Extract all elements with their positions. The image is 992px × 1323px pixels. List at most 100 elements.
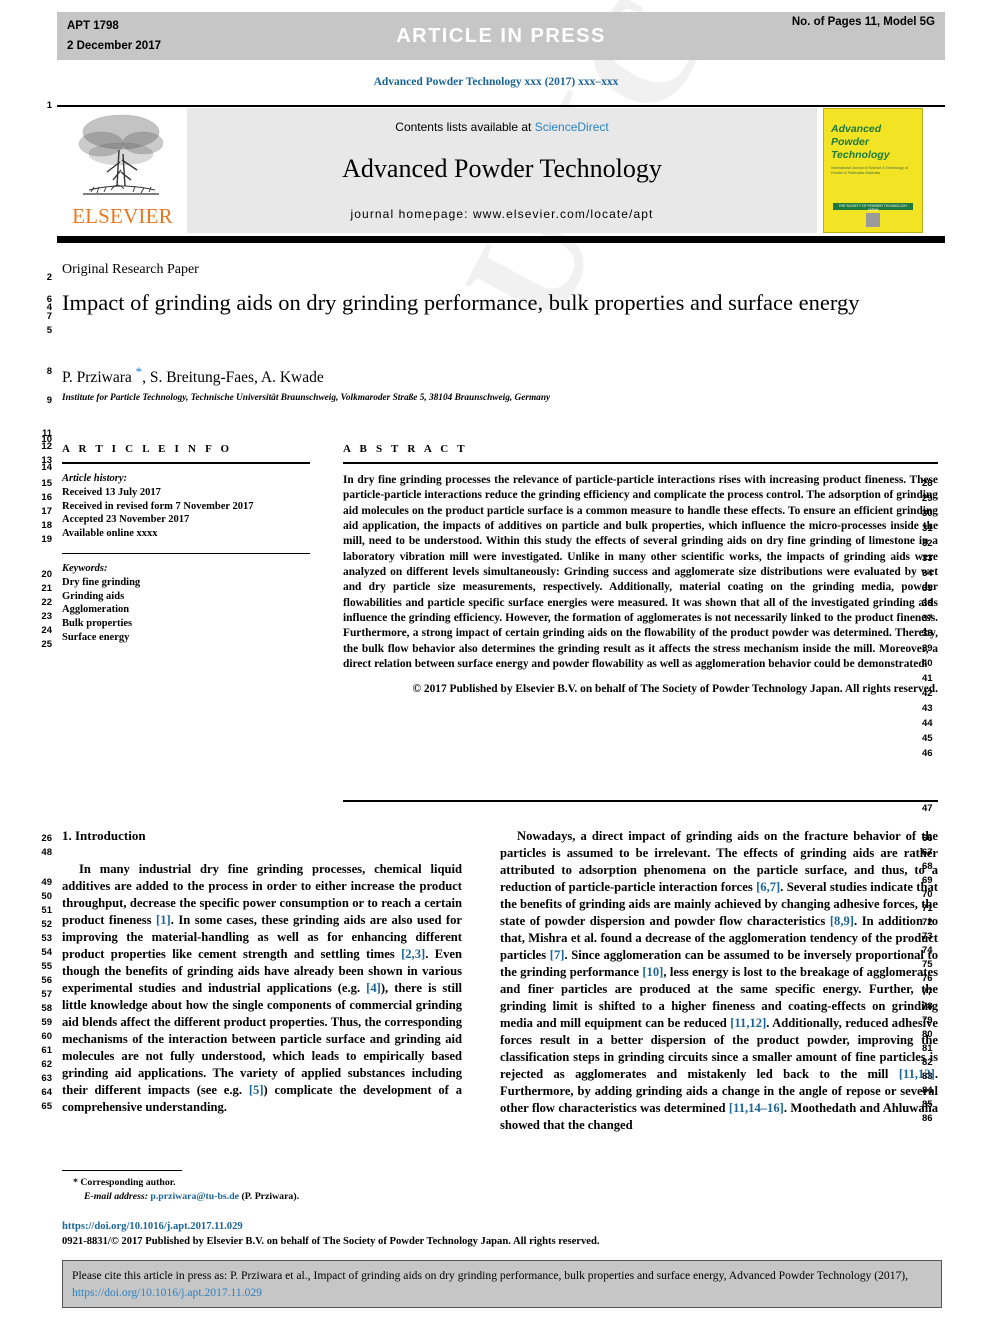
line-number: 47 — [922, 803, 933, 814]
line-number: 78 — [922, 1001, 933, 1012]
abstract-text: In dry fine grinding processes the relev… — [343, 474, 938, 671]
line-number: 46 — [922, 748, 933, 759]
citation-ref[interactable]: [11,14–16] — [729, 1101, 784, 1115]
citation-ref[interactable]: [10] — [642, 965, 663, 979]
citation-ref[interactable]: [7] — [550, 948, 565, 962]
page-title: Impact of grinding aids on dry grinding … — [62, 290, 860, 315]
citation-ref[interactable]: [6,7] — [756, 880, 780, 894]
line-number: 79 — [922, 1015, 933, 1026]
line-number: 32 — [922, 538, 933, 549]
line-number: 63 — [41, 1073, 52, 1084]
cite-doi-link[interactable]: https://doi.org/10.1016/j.apt.2017.11.02… — [72, 1286, 262, 1299]
citation-ref[interactable]: [5] — [249, 1083, 264, 1097]
line-number: 43 — [922, 703, 933, 714]
line-number: 34 — [922, 568, 933, 579]
line-number: 71 — [922, 903, 933, 914]
cover-society-text: THE SOCIETY OF POWDER TECHNOLOGY JAPAN — [838, 203, 908, 212]
email-link[interactable]: p.prziwara@tu-bs.de — [150, 1191, 239, 1202]
history-item: Received 13 July 2017 — [62, 486, 161, 498]
journal-title: Advanced Powder Technology — [342, 154, 662, 183]
line-number: 21 — [41, 583, 52, 594]
line-number: 49 — [41, 877, 52, 888]
abstract-column: A B S T R A C T In dry fine grinding pro… — [343, 443, 938, 698]
line-number: 12 — [41, 441, 52, 452]
journal-cover-thumbnail: Advanced Powder Technology International… — [823, 108, 923, 233]
history-item: Accepted 23 November 2017 — [62, 514, 190, 526]
masthead-center: Contents lists available at ScienceDirec… — [187, 108, 817, 233]
line-number: 45 — [922, 733, 933, 744]
line-number: 17 — [41, 506, 52, 517]
citation-ref[interactable]: [11,12] — [730, 1016, 766, 1030]
line-number: 80 — [922, 1029, 933, 1040]
intro-paragraph-right: Nowadays, a direct impact of grinding ai… — [500, 828, 938, 1134]
sciencedirect-link[interactable]: ScienceDirect — [535, 120, 609, 134]
abstract-bottom-rule — [343, 800, 938, 802]
citation-ref[interactable]: [2,3] — [401, 947, 425, 961]
line-number: 58 — [41, 1003, 52, 1014]
abstract-rule — [343, 462, 938, 464]
line-number: 81 — [922, 1043, 933, 1054]
article-info-rule — [62, 462, 310, 464]
banner-status: ARTICLE IN PRESS — [396, 25, 606, 47]
line-number: 56 — [41, 975, 52, 986]
abstract-heading: A B S T R A C T — [343, 443, 468, 455]
keyword-item: Dry fine grinding — [62, 576, 141, 588]
line-number: 75 — [922, 959, 933, 970]
line-number: 24 — [41, 625, 52, 636]
line-number: 16 — [41, 492, 52, 503]
line-number: 60 — [41, 1031, 52, 1042]
cite-prefix: Please cite this article in press as: P.… — [72, 1269, 909, 1282]
citation-ref[interactable]: [8,9] — [830, 914, 854, 928]
line-number: 59 — [41, 1017, 52, 1028]
article-history-block: Article history: Received 13 July 2017 R… — [62, 472, 310, 541]
line-number: 23 — [41, 611, 52, 622]
article-type: Original Research Paper — [62, 262, 199, 277]
author-names-pre: P. Prziwara — [62, 369, 136, 387]
line-number: 22 — [41, 597, 52, 608]
author-names-post: , S. Breitung-Faes, A. Kwade — [142, 369, 324, 387]
line-number: 62 — [41, 1059, 52, 1070]
line-number: 61 — [41, 1045, 52, 1056]
line-number: 38 — [922, 628, 933, 639]
line-number: 70 — [922, 889, 933, 900]
line-number: 8 — [46, 366, 52, 377]
line-number: 18 — [41, 520, 52, 531]
line-number: 5 — [46, 325, 52, 336]
history-item: Received in revised form 7 November 2017 — [62, 500, 254, 512]
author-affiliation: Institute for Particle Technology, Techn… — [62, 393, 551, 403]
journal-homepage-link[interactable]: journal homepage: www.elsevier.com/locat… — [187, 207, 817, 221]
line-number: 42 — [922, 688, 933, 699]
contents-available-line: Contents lists available at ScienceDirec… — [187, 120, 817, 134]
para-seg: ), there is still little knowledge about… — [62, 981, 462, 1097]
line-number: 44 — [922, 718, 933, 729]
cite-this-article-box: Please cite this article in press as: P.… — [62, 1260, 942, 1308]
line-number: 55 — [41, 961, 52, 972]
banner-pages-model: No. of Pages 11, Model 5G — [791, 16, 935, 28]
line-number: 48 — [41, 847, 52, 858]
citation-ref[interactable]: [1] — [156, 913, 171, 927]
cover-society-bar: THE SOCIETY OF POWDER TECHNOLOGY JAPAN — [833, 203, 913, 212]
line-number: 29 — [922, 493, 933, 504]
line-number: 2 — [46, 272, 52, 283]
abstract-copyright: © 2017 Published by Elsevier B.V. on beh… — [412, 683, 938, 696]
line-number: 40 — [922, 658, 933, 669]
line-number: 1 — [46, 100, 52, 111]
line-number: 74 — [922, 945, 933, 956]
line-number: 67 — [922, 847, 933, 858]
line-number: 25 — [41, 639, 52, 650]
citation-ref[interactable]: [4] — [366, 981, 381, 995]
body-right-column: Nowadays, a direct impact of grinding ai… — [500, 828, 938, 1134]
paper-page: UNCORRECTED PROOF APT 1798 2 December 20… — [0, 0, 992, 1323]
keyword-item: Grinding aids — [62, 590, 125, 602]
line-number: 7 — [46, 311, 52, 322]
line-number: 28 — [922, 478, 933, 489]
intro-paragraph-left: In many industrial dry fine grinding pro… — [62, 861, 462, 1116]
doi-link[interactable]: https://doi.org/10.1016/j.apt.2017.11.02… — [62, 1221, 243, 1232]
line-number: 86 — [922, 1113, 933, 1124]
line-number: 77 — [922, 987, 933, 998]
journal-masthead: ELSEVIER Contents lists available at Sci… — [57, 108, 945, 233]
keyword-item: Bulk properties — [62, 618, 133, 630]
line-number: 31 — [922, 523, 933, 534]
article-in-press-banner: APT 1798 2 December 2017 ARTICLE IN PRES… — [57, 12, 945, 60]
line-number: 30 — [922, 508, 933, 519]
